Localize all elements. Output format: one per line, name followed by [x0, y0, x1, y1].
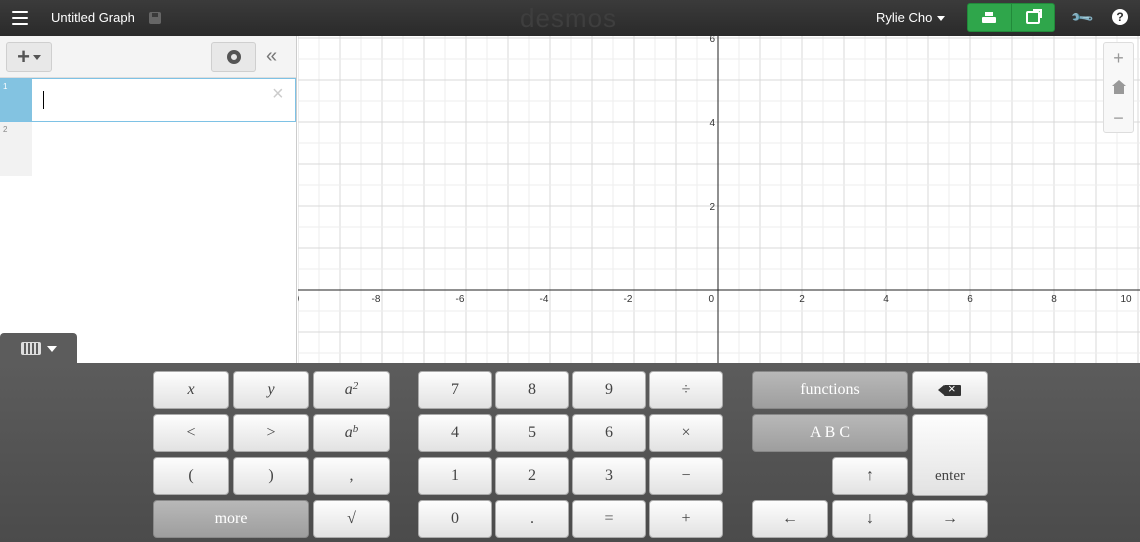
- key-left-paren[interactable]: (: [153, 457, 229, 495]
- key-enter[interactable]: enter: [912, 414, 988, 496]
- plus-icon: +: [1113, 47, 1124, 68]
- key-a-squared-exp: 2: [352, 380, 359, 392]
- y-tick-label: 4: [709, 118, 715, 129]
- row-number: 1: [0, 79, 32, 121]
- key-backspace[interactable]: [912, 371, 988, 409]
- x-tick-label: -8: [372, 294, 381, 305]
- key-power-exp: b: [352, 423, 359, 435]
- y-tick-label: 2: [709, 202, 715, 213]
- expression-toolbar: + «: [0, 36, 296, 78]
- keyboard-toggle-button[interactable]: [0, 333, 77, 364]
- key-left-arrow[interactable]: ←: [752, 500, 828, 538]
- zoom-controls: + −: [1103, 42, 1134, 133]
- add-item-button[interactable]: +: [6, 42, 52, 72]
- row-number: 2: [0, 122, 32, 176]
- chevron-down-icon: [32, 54, 41, 60]
- x-tick-label: -2: [624, 294, 633, 305]
- y-tick-label: 6: [709, 36, 715, 45]
- top-bar: Untitled Graph desmos Rylie Cho 🔧 ?: [0, 0, 1140, 36]
- chevron-down-icon: [46, 345, 57, 352]
- key-sqrt[interactable]: √: [313, 500, 390, 538]
- key-right-arrow[interactable]: →: [912, 500, 988, 538]
- home-icon: [1111, 80, 1126, 94]
- x-tick-label: 2: [799, 294, 805, 305]
- key-a-squared-base: a: [344, 381, 353, 398]
- desmos-app: Untitled Graph desmos Rylie Cho 🔧 ? + « …: [0, 0, 1140, 542]
- expression-row[interactable]: 2: [0, 122, 296, 176]
- key-5[interactable]: 5: [495, 414, 569, 452]
- expression-input[interactable]: [42, 91, 262, 111]
- graph-title[interactable]: Untitled Graph: [51, 10, 135, 25]
- backspace-icon: [938, 381, 961, 396]
- math-keypad: x y a2 < > ab ( ) , more √ 7 8 9 ÷ 4 5 6…: [0, 363, 1140, 542]
- graph-canvas[interactable]: -10 -8 -6 -4 -2 0 2 4 6 8 10 6 4 2: [285, 34, 1140, 363]
- key-3[interactable]: 3: [572, 457, 646, 495]
- key-9[interactable]: 9: [572, 371, 646, 409]
- zoom-out-button[interactable]: −: [1104, 103, 1133, 133]
- expression-panel: + « 1 × 2: [0, 36, 297, 363]
- x-tick-label: 8: [1051, 294, 1057, 305]
- key-down-arrow[interactable]: ↓: [832, 500, 908, 538]
- key-plus[interactable]: +: [649, 500, 723, 538]
- x-tick-label: -6: [456, 294, 465, 305]
- minus-icon: −: [1113, 107, 1124, 128]
- share-button[interactable]: [1012, 4, 1055, 31]
- x-tick-label: -4: [540, 294, 549, 305]
- keyboard-icon: [20, 342, 41, 355]
- save-icon[interactable]: [149, 12, 161, 24]
- key-x[interactable]: x: [153, 371, 229, 409]
- chevron-down-icon: [937, 16, 946, 21]
- user-menu[interactable]: Rylie Cho: [876, 10, 946, 25]
- export-icon: [1025, 9, 1042, 24]
- key-4[interactable]: 4: [418, 414, 492, 452]
- key-less-than[interactable]: <: [153, 414, 229, 452]
- key-more[interactable]: more: [153, 500, 309, 538]
- graph-paper[interactable]: -10 -8 -6 -4 -2 0 2 4 6 8 10 6 4 2: [285, 34, 1140, 363]
- key-7[interactable]: 7: [418, 371, 492, 409]
- graph-settings-button[interactable]: [211, 42, 256, 72]
- key-y[interactable]: y: [233, 371, 309, 409]
- x-tick-label: 6: [967, 294, 973, 305]
- expression-row[interactable]: 1 ×: [0, 78, 296, 122]
- plus-icon: +: [17, 44, 30, 69]
- key-power-base: a: [344, 424, 353, 441]
- key-6[interactable]: 6: [572, 414, 646, 452]
- x-tick-label: 0: [708, 294, 714, 305]
- key-equals[interactable]: =: [572, 500, 646, 538]
- wrench-icon[interactable]: 🔧: [1069, 5, 1095, 31]
- key-a-power-b[interactable]: ab: [313, 414, 390, 452]
- x-tick-label: 4: [883, 294, 889, 305]
- user-name: Rylie Cho: [876, 10, 933, 25]
- key-1[interactable]: 1: [418, 457, 492, 495]
- key-multiply[interactable]: ×: [649, 414, 723, 452]
- help-icon[interactable]: ?: [1112, 9, 1128, 25]
- key-abc[interactable]: A B C: [752, 414, 908, 452]
- key-functions[interactable]: functions: [752, 371, 908, 409]
- zoom-in-button[interactable]: +: [1104, 43, 1133, 73]
- x-tick-label: 10: [1120, 294, 1132, 305]
- print-button[interactable]: [968, 4, 1012, 31]
- key-8[interactable]: 8: [495, 371, 569, 409]
- key-0[interactable]: 0: [418, 500, 492, 538]
- menu-icon[interactable]: [12, 11, 28, 25]
- key-up-arrow[interactable]: ↑: [832, 457, 908, 495]
- x-tick-label: -10: [298, 294, 300, 305]
- key-comma[interactable]: ,: [313, 457, 390, 495]
- key-2[interactable]: 2: [495, 457, 569, 495]
- delete-expression-icon[interactable]: ×: [272, 83, 284, 106]
- key-divide[interactable]: ÷: [649, 371, 723, 409]
- key-right-paren[interactable]: ): [233, 457, 309, 495]
- share-button-group: [967, 3, 1055, 32]
- desmos-logo: desmos: [520, 3, 618, 33]
- key-minus[interactable]: −: [649, 457, 723, 495]
- collapse-panel-icon[interactable]: «: [266, 45, 277, 68]
- home-button[interactable]: [1104, 73, 1133, 103]
- print-icon: [982, 12, 997, 23]
- gear-icon: [226, 50, 241, 64]
- key-decimal[interactable]: .: [495, 500, 569, 538]
- key-a-squared[interactable]: a2: [313, 371, 390, 409]
- key-greater-than[interactable]: >: [233, 414, 309, 452]
